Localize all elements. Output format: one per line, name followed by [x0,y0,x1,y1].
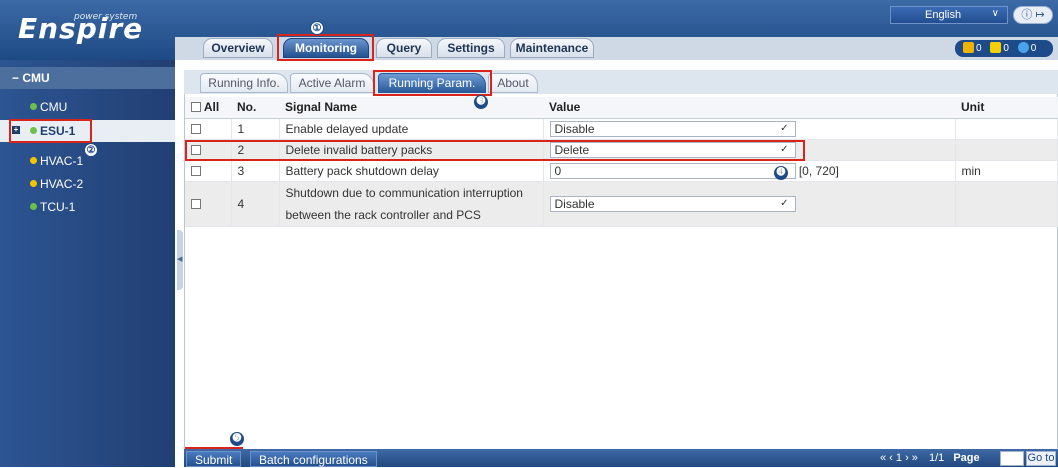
signal-name-header: Signal Name [279,97,543,119]
sidebar-root-cmu[interactable]: − CMU [0,67,175,89]
row-checkbox[interactable] [191,165,201,176]
row-unit [955,181,1058,227]
row-signal-name: Battery pack shutdown delay [279,160,544,182]
step-marker-5: ➎ [230,432,244,446]
page-label: Page [953,452,980,464]
minor-alarm-count: 0 [1030,43,1037,54]
highlight-running-param [373,70,492,96]
table-row: 3 Battery pack shutdown delay 0 [0, 720]… [185,160,1058,182]
running-param-table: All No. Signal Name Value Unit 1 Enable … [185,97,1058,227]
pagination: « ‹ 1 › » 1/1 Page [880,452,980,464]
tab-settings[interactable]: Settings [437,38,505,58]
highlight-delete-row [185,140,805,161]
row-no: 4 [231,181,280,227]
value-select-label: Disable [554,196,595,211]
row-signal-line: between the rack controller and PCS [285,207,481,222]
row-unit [955,139,1058,161]
logo-subtitle: power system [74,12,138,22]
row-unit [955,118,1058,140]
select-all-header[interactable]: All [185,97,231,119]
row-signal-line: Shutdown due to communication interrupti… [285,185,523,200]
help-logout-icon[interactable]: ⓘ ↦ [1013,6,1053,24]
table-header-row: All No. Signal Name Value Unit [185,97,1058,119]
step-marker-4: ➍ [774,166,788,180]
table-row: 4 Shutdown due to communication interrup… [185,181,1058,227]
sidebar-collapse-handle[interactable]: ◀ [177,230,183,290]
unit-header: Unit [955,97,1058,119]
chevron-down-icon: ∨ [991,8,999,19]
tab-active-alarm[interactable]: Active Alarm [290,73,374,93]
submit-button[interactable]: Submit [186,451,242,467]
alarm-counter[interactable]: 0 0 0 [955,40,1053,57]
highlight-esu-1 [9,119,92,143]
step-marker-2: ② [84,143,98,157]
value-select[interactable]: Disable ✓ [549,195,796,212]
page-number-input[interactable] [1000,451,1024,466]
table-row: 1 Enable delayed update Disable ✓ [185,118,1058,140]
value-select-label: Disable [554,121,595,136]
critical-alarm-icon [963,42,974,53]
sidebar-root-label: CMU [22,71,50,85]
status-dot-icon [30,180,37,187]
tab-about[interactable]: About [488,73,538,93]
step-marker-3: ➌ [474,95,488,109]
sidebar-item-hvac-2[interactable]: HVAC-2 [0,173,175,195]
batch-configurations-button[interactable]: Batch configurations [250,451,377,467]
pager-arrows[interactable]: « ‹ 1 › » [880,452,918,464]
no-header: No. [231,97,279,119]
major-alarm-icon [990,42,1002,53]
minor-alarm-icon [1017,42,1029,53]
status-dot-icon [30,103,37,110]
select-all-label: All [203,100,220,115]
chevron-down-icon: ✓ [780,122,789,134]
tab-running-info[interactable]: Running Info. [200,73,288,93]
value-header: Value [543,97,955,119]
tab-query[interactable]: Query [376,38,432,58]
sidebar-item-tcu-1[interactable]: TCU-1 [0,196,175,218]
major-alarm-count: 0 [1003,43,1009,54]
row-no: 3 [231,160,280,182]
row-signal-name: Shutdown due to communication interrupti… [279,181,544,227]
language-select[interactable]: English ∨ [890,6,1008,24]
value-range: [0, 720] [798,163,839,178]
step-marker-1: ① [310,21,324,35]
critical-alarm-count: 0 [976,43,982,54]
sidebar-item-cmu[interactable]: CMU [0,96,175,118]
status-dot-icon [30,157,37,164]
row-checkbox[interactable] [191,123,201,134]
value-input[interactable]: 0 [549,162,796,179]
highlight-monitoring [277,34,374,61]
row-no: 1 [231,118,280,140]
status-dot-icon [30,203,37,210]
value-select[interactable]: Disable ✓ [549,120,796,137]
row-signal-name: Enable delayed update [279,118,544,140]
go-to-button[interactable]: Go to [1026,451,1056,466]
row-checkbox[interactable] [191,198,201,209]
chevron-down-icon: ✓ [780,197,789,209]
page-count: 1/1 [928,452,945,464]
tab-maintenance[interactable]: Maintenance [510,38,594,58]
language-label: English [925,9,962,21]
row-unit: min [955,160,1058,182]
select-all-checkbox[interactable] [191,102,201,113]
tab-overview[interactable]: Overview [203,38,273,58]
